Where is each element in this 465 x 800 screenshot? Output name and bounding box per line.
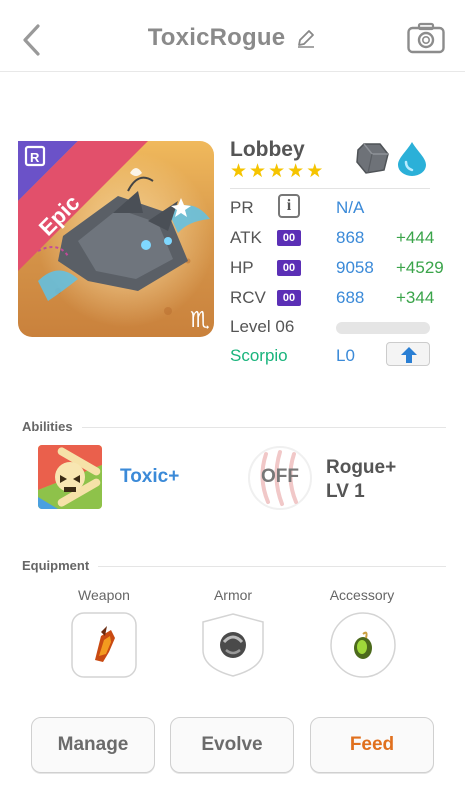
weapon-label: Weapon: [78, 587, 130, 603]
edit-pencil-icon[interactable]: [295, 27, 317, 49]
stat-row-hp: HP 00 9058 +4529: [230, 254, 450, 284]
hp-value: 9058: [336, 258, 374, 277]
rogue-ability-icon-wrap[interactable]: OFF: [248, 446, 312, 510]
star-rating: ★ ★ ★ ★ ★: [230, 162, 323, 182]
rogue-ability-level: LV 1: [326, 481, 365, 502]
page-title: ToxicRogue: [147, 24, 286, 51]
manage-button[interactable]: Manage: [31, 717, 155, 773]
armor-icon: [220, 632, 246, 658]
weapon-slot[interactable]: [71, 612, 137, 678]
sign-label: Scorpio: [230, 346, 288, 365]
arrow-up-icon: [401, 347, 417, 363]
stats-divider: [230, 188, 430, 189]
rcv-label: RCV: [230, 288, 266, 307]
monster-portrait[interactable]: ♏: [18, 141, 214, 337]
stat-row-atk: ATK 00 868 +444: [230, 224, 450, 254]
atk-plus-badge: 00: [277, 230, 301, 246]
sign-level-value: L0: [336, 346, 355, 365]
evolve-button[interactable]: Evolve: [170, 717, 294, 773]
abilities-section-title: Abilities: [22, 419, 73, 434]
armor-slot[interactable]: [200, 612, 266, 678]
pr-label: PR: [230, 198, 254, 217]
toxic-ability-skull-icon[interactable]: [38, 445, 102, 509]
monster-name: Lobbey: [230, 138, 305, 161]
stat-row-level: Level 06: [230, 313, 450, 343]
water-element-icon: [398, 142, 426, 176]
level-label: Level 06: [230, 317, 295, 336]
rogue-ability-name[interactable]: Rogue+ LV 1: [326, 456, 396, 504]
scorpio-sign-icon: ♏: [190, 308, 210, 333]
info-icon[interactable]: i: [278, 194, 300, 218]
star-icon: ★: [268, 161, 286, 182]
armor-label: Armor: [213, 587, 253, 603]
hp-label: HP: [230, 258, 254, 277]
accessory-slot[interactable]: [330, 612, 396, 678]
star-icon: ★: [287, 161, 305, 182]
top-bar: ToxicRogue: [0, 0, 465, 72]
rcv-bonus: +344: [396, 288, 435, 307]
stone-element-icon: [356, 143, 389, 174]
element-icons: [354, 140, 428, 176]
atk-bonus: +444: [396, 228, 435, 247]
svg-text:♏: ♏: [190, 308, 210, 333]
atk-label: ATK: [230, 228, 262, 247]
stat-row-rcv: RCV 00 688 +344: [230, 284, 450, 314]
rogue-ability-state: OFF: [261, 466, 299, 487]
star-icon: ★: [249, 161, 267, 182]
hp-bonus: +4529: [396, 258, 444, 277]
stat-row-pr: PR i N/A: [230, 194, 450, 224]
feed-button[interactable]: Feed: [310, 717, 434, 773]
equipment-divider: [98, 566, 446, 567]
rcv-plus-badge: 00: [277, 290, 301, 306]
page-title-container: ToxicRogue: [0, 24, 465, 52]
star-icon: ★: [230, 161, 248, 182]
sign-upgrade-button[interactable]: [386, 342, 430, 366]
equipment-section-title: Equipment: [22, 558, 90, 573]
abilities-divider: [82, 427, 446, 428]
star-icon: ★: [306, 161, 324, 182]
atk-value: 868: [336, 228, 365, 247]
rogue-ability-title: Rogue+: [326, 457, 397, 478]
level-progress-bar: [336, 322, 430, 334]
pr-value: N/A: [336, 198, 365, 217]
accessory-label: Accessory: [329, 587, 395, 603]
camera-icon[interactable]: [407, 22, 445, 54]
hp-plus-badge: 00: [277, 260, 301, 276]
rcv-value: 688: [336, 288, 365, 307]
toxic-ability-name[interactable]: Toxic+: [120, 466, 179, 488]
stat-row-sign: Scorpio L0: [230, 342, 450, 372]
